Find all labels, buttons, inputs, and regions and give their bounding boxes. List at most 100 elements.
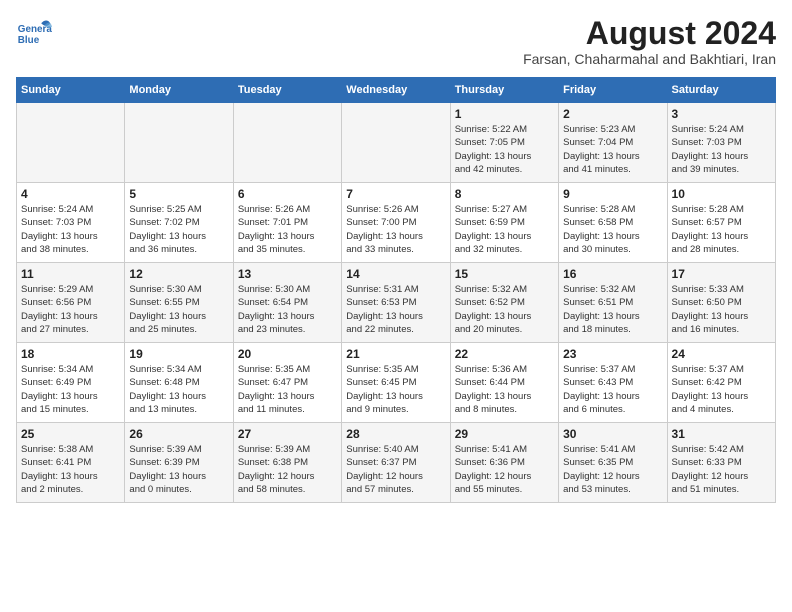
- day-number: 4: [21, 187, 120, 201]
- day-info: Sunrise: 5:37 AM Sunset: 6:42 PM Dayligh…: [672, 363, 771, 416]
- day-number: 31: [672, 427, 771, 441]
- svg-text:Blue: Blue: [18, 35, 40, 46]
- weekday-header-friday: Friday: [559, 78, 667, 103]
- calendar-cell: 22 Sunrise: 5:36 AM Sunset: 6:44 PM Dayli…: [450, 343, 558, 423]
- day-number: 15: [455, 267, 554, 281]
- title-block: August 2024 Farsan, Chaharmahal and Bakh…: [523, 16, 776, 67]
- calendar-cell: [342, 103, 450, 183]
- day-info: Sunrise: 5:35 AM Sunset: 6:47 PM Dayligh…: [238, 363, 337, 416]
- day-number: 28: [346, 427, 445, 441]
- day-number: 13: [238, 267, 337, 281]
- day-number: 26: [129, 427, 228, 441]
- calendar-cell: 27 Sunrise: 5:39 AM Sunset: 6:38 PM Dayli…: [233, 423, 341, 503]
- day-number: 25: [21, 427, 120, 441]
- day-info: Sunrise: 5:30 AM Sunset: 6:55 PM Dayligh…: [129, 283, 228, 336]
- day-number: 3: [672, 107, 771, 121]
- calendar-cell: 2 Sunrise: 5:23 AM Sunset: 7:04 PM Daylig…: [559, 103, 667, 183]
- calendar-cell: 20 Sunrise: 5:35 AM Sunset: 6:47 PM Dayli…: [233, 343, 341, 423]
- day-info: Sunrise: 5:37 AM Sunset: 6:43 PM Dayligh…: [563, 363, 662, 416]
- day-info: Sunrise: 5:35 AM Sunset: 6:45 PM Dayligh…: [346, 363, 445, 416]
- day-number: 18: [21, 347, 120, 361]
- day-info: Sunrise: 5:40 AM Sunset: 6:37 PM Dayligh…: [346, 443, 445, 496]
- calendar-cell: 5Sunrise: 5:25 AM Sunset: 7:02 PM Daylig…: [125, 183, 233, 263]
- day-number: 6: [238, 187, 337, 201]
- calendar-cell: [233, 103, 341, 183]
- day-number: 30: [563, 427, 662, 441]
- day-number: 14: [346, 267, 445, 281]
- day-number: 22: [455, 347, 554, 361]
- day-info: Sunrise: 5:41 AM Sunset: 6:35 PM Dayligh…: [563, 443, 662, 496]
- calendar-cell: 12 Sunrise: 5:30 AM Sunset: 6:55 PM Dayli…: [125, 263, 233, 343]
- day-info: Sunrise: 5:24 AM Sunset: 7:03 PM Dayligh…: [672, 123, 771, 176]
- day-info: Sunrise: 5:26 AM Sunset: 7:00 PM Dayligh…: [346, 203, 445, 256]
- day-number: 29: [455, 427, 554, 441]
- day-info: Sunrise: 5:28 AM Sunset: 6:57 PM Dayligh…: [672, 203, 771, 256]
- day-info: Sunrise: 5:34 AM Sunset: 6:48 PM Dayligh…: [129, 363, 228, 416]
- day-info: Sunrise: 5:36 AM Sunset: 6:44 PM Dayligh…: [455, 363, 554, 416]
- calendar-cell: 3 Sunrise: 5:24 AM Sunset: 7:03 PM Daylig…: [667, 103, 775, 183]
- day-info: Sunrise: 5:39 AM Sunset: 6:39 PM Dayligh…: [129, 443, 228, 496]
- day-number: 20: [238, 347, 337, 361]
- day-info: Sunrise: 5:34 AM Sunset: 6:49 PM Dayligh…: [21, 363, 120, 416]
- calendar-week-row: 25 Sunrise: 5:38 AM Sunset: 6:41 PM Dayli…: [17, 423, 776, 503]
- page-header: General Blue August 2024 Farsan, Chaharm…: [16, 16, 776, 67]
- calendar-week-row: 11Sunrise: 5:29 AM Sunset: 6:56 PM Dayli…: [17, 263, 776, 343]
- day-number: 8: [455, 187, 554, 201]
- day-number: 10: [672, 187, 771, 201]
- calendar-cell: 4Sunrise: 5:24 AM Sunset: 7:03 PM Daylig…: [17, 183, 125, 263]
- weekday-header-saturday: Saturday: [667, 78, 775, 103]
- calendar-cell: 30 Sunrise: 5:41 AM Sunset: 6:35 PM Dayli…: [559, 423, 667, 503]
- calendar-cell: 24Sunrise: 5:37 AM Sunset: 6:42 PM Dayli…: [667, 343, 775, 423]
- day-info: Sunrise: 5:32 AM Sunset: 6:51 PM Dayligh…: [563, 283, 662, 336]
- calendar-week-row: 4Sunrise: 5:24 AM Sunset: 7:03 PM Daylig…: [17, 183, 776, 263]
- calendar-cell: 19 Sunrise: 5:34 AM Sunset: 6:48 PM Dayli…: [125, 343, 233, 423]
- day-info: Sunrise: 5:26 AM Sunset: 7:01 PM Dayligh…: [238, 203, 337, 256]
- day-info: Sunrise: 5:27 AM Sunset: 6:59 PM Dayligh…: [455, 203, 554, 256]
- calendar-cell: 26 Sunrise: 5:39 AM Sunset: 6:39 PM Dayli…: [125, 423, 233, 503]
- calendar-cell: 21 Sunrise: 5:35 AM Sunset: 6:45 PM Dayli…: [342, 343, 450, 423]
- day-number: 12: [129, 267, 228, 281]
- weekday-header-tuesday: Tuesday: [233, 78, 341, 103]
- day-info: Sunrise: 5:41 AM Sunset: 6:36 PM Dayligh…: [455, 443, 554, 496]
- calendar-cell: 13 Sunrise: 5:30 AM Sunset: 6:54 PM Dayli…: [233, 263, 341, 343]
- calendar-week-row: 1Sunrise: 5:22 AM Sunset: 7:05 PM Daylig…: [17, 103, 776, 183]
- day-number: 5: [129, 187, 228, 201]
- calendar-table: SundayMondayTuesdayWednesdayThursdayFrid…: [16, 77, 776, 503]
- calendar-cell: 25 Sunrise: 5:38 AM Sunset: 6:41 PM Dayli…: [17, 423, 125, 503]
- day-info: Sunrise: 5:38 AM Sunset: 6:41 PM Dayligh…: [21, 443, 120, 496]
- day-number: 7: [346, 187, 445, 201]
- weekday-header-sunday: Sunday: [17, 78, 125, 103]
- day-number: 2: [563, 107, 662, 121]
- weekday-header-row: SundayMondayTuesdayWednesdayThursdayFrid…: [17, 78, 776, 103]
- calendar-cell: 29 Sunrise: 5:41 AM Sunset: 6:36 PM Dayli…: [450, 423, 558, 503]
- day-info: Sunrise: 5:32 AM Sunset: 6:52 PM Dayligh…: [455, 283, 554, 336]
- calendar-cell: 9 Sunrise: 5:28 AM Sunset: 6:58 PM Daylig…: [559, 183, 667, 263]
- day-number: 9: [563, 187, 662, 201]
- day-info: Sunrise: 5:23 AM Sunset: 7:04 PM Dayligh…: [563, 123, 662, 176]
- calendar-cell: 15 Sunrise: 5:32 AM Sunset: 6:52 PM Dayli…: [450, 263, 558, 343]
- day-info: Sunrise: 5:30 AM Sunset: 6:54 PM Dayligh…: [238, 283, 337, 336]
- day-info: Sunrise: 5:39 AM Sunset: 6:38 PM Dayligh…: [238, 443, 337, 496]
- calendar-cell: [125, 103, 233, 183]
- weekday-header-thursday: Thursday: [450, 78, 558, 103]
- month-year-title: August 2024: [523, 16, 776, 51]
- day-number: 19: [129, 347, 228, 361]
- calendar-cell: 23 Sunrise: 5:37 AM Sunset: 6:43 PM Dayli…: [559, 343, 667, 423]
- calendar-cell: 28 Sunrise: 5:40 AM Sunset: 6:37 PM Dayli…: [342, 423, 450, 503]
- calendar-cell: 6 Sunrise: 5:26 AM Sunset: 7:01 PM Daylig…: [233, 183, 341, 263]
- location-subtitle: Farsan, Chaharmahal and Bakhtiari, Iran: [523, 51, 776, 67]
- day-number: 23: [563, 347, 662, 361]
- calendar-cell: 14Sunrise: 5:31 AM Sunset: 6:53 PM Dayli…: [342, 263, 450, 343]
- weekday-header-monday: Monday: [125, 78, 233, 103]
- calendar-cell: 18 Sunrise: 5:34 AM Sunset: 6:49 PM Dayli…: [17, 343, 125, 423]
- day-number: 21: [346, 347, 445, 361]
- day-info: Sunrise: 5:28 AM Sunset: 6:58 PM Dayligh…: [563, 203, 662, 256]
- day-number: 11: [21, 267, 120, 281]
- calendar-cell: 8 Sunrise: 5:27 AM Sunset: 6:59 PM Daylig…: [450, 183, 558, 263]
- calendar-cell: 1Sunrise: 5:22 AM Sunset: 7:05 PM Daylig…: [450, 103, 558, 183]
- calendar-cell: 7 Sunrise: 5:26 AM Sunset: 7:00 PM Daylig…: [342, 183, 450, 263]
- day-number: 16: [563, 267, 662, 281]
- day-info: Sunrise: 5:33 AM Sunset: 6:50 PM Dayligh…: [672, 283, 771, 336]
- logo-icon: General Blue: [16, 16, 52, 52]
- day-number: 27: [238, 427, 337, 441]
